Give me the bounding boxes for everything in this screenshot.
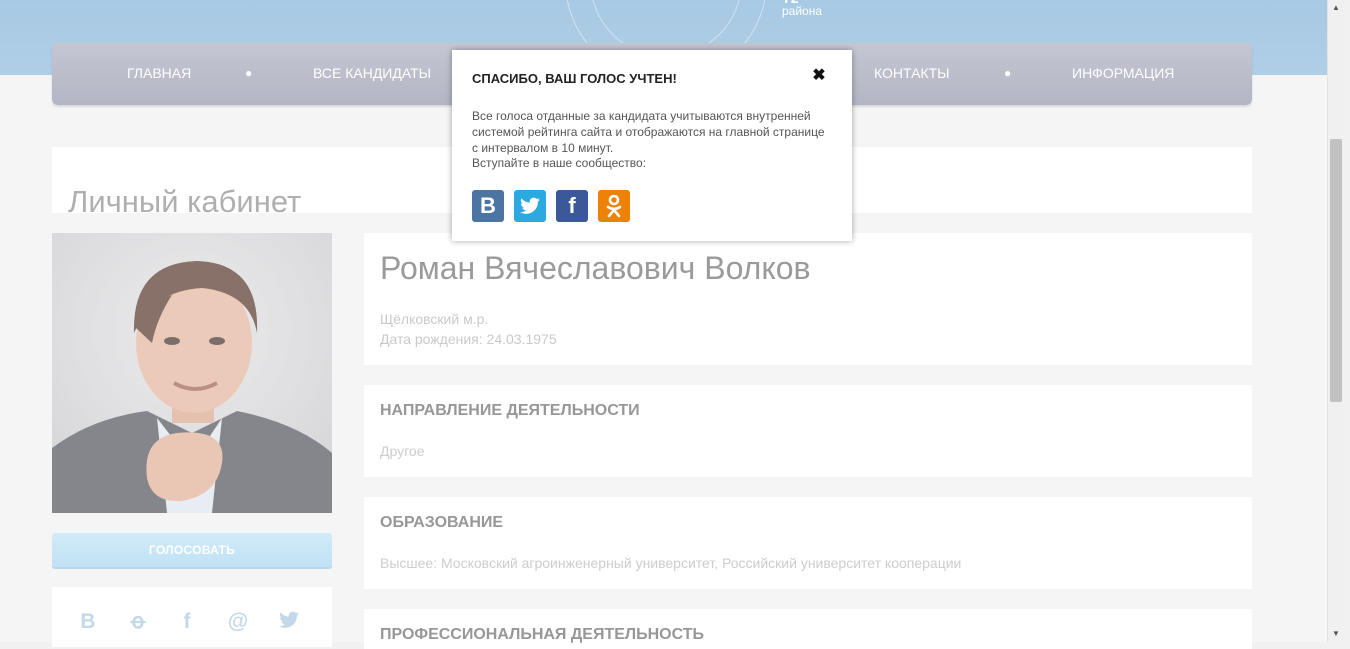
nav-item-information[interactable]: ИНФОРМАЦИЯ <box>1072 65 1174 81</box>
odnoklassniki-icon[interactable]: ꝋ <box>127 611 149 633</box>
candidate-portrait-image <box>52 233 332 513</box>
popup-message: Все голоса отданные за кандидата учитыва… <box>472 109 825 155</box>
section-heading: ОБРАЗОВАНИЕ <box>380 514 504 531</box>
section-education: ОБРАЗОВАНИЕ Высшее: Московский агроинжен… <box>364 497 1252 589</box>
close-icon[interactable]: ✖ <box>810 67 828 85</box>
region-label: района <box>782 4 823 18</box>
page-title: Личный кабинет <box>68 183 302 219</box>
vote-confirmation-popup: СПАСИБО, ВАШ ГОЛОС УЧТЕН! ✖ Все голоса о… <box>452 50 852 241</box>
section-heading: НАПРАВЛЕНИЕ ДЕЯТЕЛЬНОСТИ <box>380 402 640 419</box>
nav-separator: ● <box>245 66 253 80</box>
nav-item-all-candidates[interactable]: ВСЕ КАНДИДАТЫ <box>313 65 431 81</box>
vertical-scrollbar[interactable]: ▲ ▼ <box>1327 0 1344 642</box>
social-links: B ꝋ f @ <box>52 587 332 647</box>
email-icon[interactable]: @ <box>227 611 249 633</box>
candidate-birth-date: Дата рождения: 24.03.1975 <box>380 331 557 347</box>
section-text: Высшее: Московский агроинженерный универ… <box>380 555 962 571</box>
section-professional: ПРОФЕССИОНАЛЬНАЯ ДЕЯТЕЛЬНОСТЬ <box>364 609 1252 649</box>
facebook-icon[interactable]: f <box>176 611 198 633</box>
vk-icon[interactable]: B <box>472 190 504 222</box>
section-heading: ПРОФЕССИОНАЛЬНАЯ ДЕЯТЕЛЬНОСТЬ <box>380 626 705 643</box>
twitter-icon[interactable] <box>278 611 300 633</box>
vk-icon[interactable]: B <box>77 611 99 633</box>
twitter-icon[interactable] <box>514 190 546 222</box>
candidate-name: Роман Вячеславович Волков <box>380 250 811 286</box>
candidate-photo <box>52 233 332 513</box>
facebook-icon[interactable]: f <box>556 190 588 222</box>
candidate-card: Роман Вячеславович Волков Щёлковский м.р… <box>364 233 1252 365</box>
nav-separator: ● <box>1004 66 1012 80</box>
nav-item-home[interactable]: ГЛАВНАЯ <box>127 65 191 81</box>
scroll-down-arrow-icon[interactable]: ▼ <box>1328 626 1344 642</box>
popup-join-text: Вступайте в наше сообщество: <box>472 156 647 170</box>
odnoklassniki-icon[interactable] <box>598 190 630 222</box>
candidate-district: Щёлковский м.р. <box>380 311 489 327</box>
vote-button[interactable]: ГОЛОСОВАТЬ <box>52 533 332 567</box>
scroll-up-arrow-icon[interactable]: ▲ <box>1328 0 1344 16</box>
section-activity: НАПРАВЛЕНИЕ ДЕЯТЕЛЬНОСТИ Другое <box>364 385 1252 477</box>
section-text: Другое <box>380 443 425 459</box>
popup-title: СПАСИБО, ВАШ ГОЛОС УЧТЕН! <box>472 71 677 86</box>
scroll-thumb[interactable] <box>1330 139 1342 402</box>
nav-item-contacts[interactable]: КОНТАКТЫ <box>874 65 950 81</box>
